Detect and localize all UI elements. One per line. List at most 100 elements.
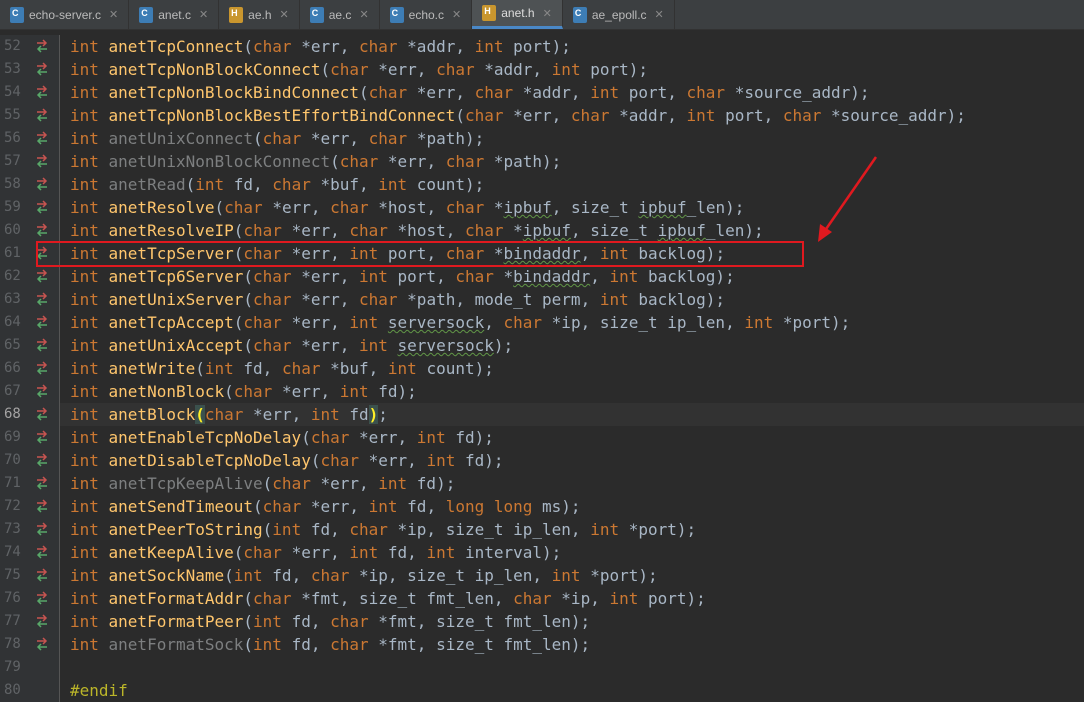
code-line[interactable]: 71 int anetTcpKeepAlive(char *err, int fd… [0, 472, 1084, 495]
tab-ae-c[interactable]: ae.c ✕ [300, 0, 380, 29]
code-line[interactable]: 63 int anetUnixServer(char *err, char *pa… [0, 288, 1084, 311]
override-arrows-icon[interactable] [35, 428, 49, 446]
tab-echo-server-c[interactable]: echo-server.c ✕ [0, 0, 130, 29]
line-number: 73 [4, 521, 21, 537]
override-arrows-icon[interactable] [35, 37, 49, 55]
code-token: *path, mode_t perm, [407, 290, 600, 309]
code-token: anetResolveIP [108, 221, 234, 240]
code-text: int anetFormatSock(int fd, char *fmt, si… [60, 633, 590, 656]
close-tab-icon[interactable]: ✕ [655, 8, 664, 21]
code-line[interactable]: 59 int anetResolve(char *err, char *host,… [0, 196, 1084, 219]
tab-ae-h[interactable]: ae.h ✕ [219, 0, 300, 29]
code-token: char [330, 198, 379, 217]
code-line[interactable]: 70 int anetDisableTcpNoDelay(char *err, i… [0, 449, 1084, 472]
code-token: *err, [253, 405, 311, 424]
override-arrows-icon[interactable] [35, 267, 49, 285]
code-line[interactable]: 75 int anetSockName(int fd, char *ip, siz… [0, 564, 1084, 587]
close-tab-icon[interactable]: ✕ [452, 8, 461, 21]
code-line[interactable]: 64 int anetTcpAccept(char *err, int serve… [0, 311, 1084, 334]
tab-ae-epoll-c[interactable]: ae_epoll.c ✕ [563, 0, 675, 29]
override-arrows-icon[interactable] [35, 405, 49, 423]
code-token: int [378, 175, 417, 194]
code-line[interactable]: 74 int anetKeepAlive(char *err, int fd, i… [0, 541, 1084, 564]
override-arrows-icon[interactable] [35, 382, 49, 400]
code-line[interactable]: 80 #endif [0, 679, 1084, 702]
override-arrows-icon[interactable] [35, 106, 49, 124]
code-token: int [744, 313, 783, 332]
code-token: int [359, 267, 398, 286]
code-line[interactable]: 79 [0, 656, 1084, 679]
code-token: int [359, 336, 398, 355]
code-line[interactable]: 58 int anetRead(int fd, char *buf, int co… [0, 173, 1084, 196]
override-arrows-icon[interactable] [35, 566, 49, 584]
code-token: *port); [590, 566, 658, 585]
override-arrows-icon[interactable] [35, 612, 49, 630]
code-token: ( [233, 244, 244, 263]
override-arrows-icon[interactable] [35, 543, 49, 561]
override-arrows-icon[interactable] [35, 175, 49, 193]
code-token: *ip, size_t ip_len, [551, 313, 745, 332]
code-line[interactable]: 60 int anetResolveIP(char *err, char *hos… [0, 219, 1084, 242]
line-number: 58 [4, 176, 21, 192]
override-arrows-icon[interactable] [35, 336, 49, 354]
code-line[interactable]: 72 int anetSendTimeout(char *err, int fd,… [0, 495, 1084, 518]
close-tab-icon[interactable]: ✕ [109, 8, 118, 21]
override-arrows-icon[interactable] [35, 497, 49, 515]
override-arrows-icon[interactable] [35, 313, 49, 331]
code-line[interactable]: 69 int anetEnableTcpNoDelay(char *err, in… [0, 426, 1084, 449]
code-token: anetTcpNonBlockConnect [108, 60, 321, 79]
code-line[interactable]: 52 int anetTcpConnect(char *err, char *ad… [0, 35, 1084, 58]
code-text: int anetSockName(int fd, char *ip, size_… [60, 564, 658, 587]
override-arrows-icon[interactable] [35, 198, 49, 216]
override-arrows-icon[interactable] [35, 83, 49, 101]
tab-anet-h[interactable]: anet.h ✕ [472, 0, 563, 29]
override-arrows-icon[interactable] [35, 221, 49, 239]
override-arrows-icon[interactable] [35, 244, 49, 262]
code-line[interactable]: 76 int anetFormatAddr(char *fmt, size_t f… [0, 587, 1084, 610]
code-line[interactable]: 67 int anetNonBlock(char *err, int fd); [0, 380, 1084, 403]
override-arrows-icon[interactable] [35, 589, 49, 607]
close-tab-icon[interactable]: ✕ [543, 7, 552, 20]
tab-label: echo-server.c [29, 7, 102, 22]
code-line[interactable]: 68 int anetBlock(char *err, int fd); [0, 403, 1084, 426]
close-tab-icon[interactable]: ✕ [280, 8, 289, 21]
code-line[interactable]: 56 int anetUnixConnect(char *err, char *p… [0, 127, 1084, 150]
code-line[interactable]: 77 int anetFormatPeer(int fd, char *fmt, … [0, 610, 1084, 633]
code-token: int [70, 566, 109, 585]
code-line[interactable]: 65 int anetUnixAccept(char *err, int serv… [0, 334, 1084, 357]
override-arrows-icon[interactable] [35, 359, 49, 377]
code-token: int [378, 474, 417, 493]
code-line[interactable]: 54 int anetTcpNonBlockBindConnect(char *e… [0, 81, 1084, 104]
code-line[interactable]: 78 int anetFormatSock(int fd, char *fmt, … [0, 633, 1084, 656]
override-arrows-icon[interactable] [35, 635, 49, 653]
override-arrows-icon[interactable] [35, 60, 49, 78]
tab-echo-c[interactable]: echo.c ✕ [380, 0, 473, 29]
code-token: anetResolve [108, 198, 215, 217]
code-token: ( [185, 175, 196, 194]
code-line[interactable]: 57 int anetUnixNonBlockConnect(char *err,… [0, 150, 1084, 173]
code-token: fd); [378, 382, 417, 401]
override-arrows-icon[interactable] [35, 129, 49, 147]
override-arrows-icon[interactable] [35, 474, 49, 492]
gutter: 67 [0, 380, 60, 403]
code-token: char [310, 428, 359, 447]
close-tab-icon[interactable]: ✕ [359, 8, 368, 21]
close-tab-icon[interactable]: ✕ [199, 8, 208, 21]
tab-label: anet.h [501, 6, 535, 20]
code-line[interactable]: 61 int anetTcpServer(char *err, int port,… [0, 242, 1084, 265]
override-arrows-icon[interactable] [35, 451, 49, 469]
line-number: 70 [4, 452, 21, 468]
tab-anet-c[interactable]: anet.c ✕ [129, 0, 220, 29]
code-line[interactable]: 73 int anetPeerToString(int fd, char *ip,… [0, 518, 1084, 541]
code-line[interactable]: 55 int anetTcpNonBlockBestEffortBindConne… [0, 104, 1084, 127]
code-line[interactable]: 53 int anetTcpNonBlockConnect(char *err, … [0, 58, 1084, 81]
override-arrows-icon[interactable] [35, 152, 49, 170]
code-line[interactable]: 66 int anetWrite(int fd, char *buf, int c… [0, 357, 1084, 380]
override-arrows-icon[interactable] [35, 520, 49, 538]
code-token: port, [628, 83, 687, 102]
code-token: char [253, 37, 302, 56]
code-line[interactable]: 62 int anetTcp6Server(char *err, int port… [0, 265, 1084, 288]
override-arrows-icon[interactable] [35, 290, 49, 308]
code-editor[interactable]: 52 int anetTcpConnect(char *err, char *ad… [0, 31, 1084, 702]
gutter: 62 [0, 265, 60, 288]
